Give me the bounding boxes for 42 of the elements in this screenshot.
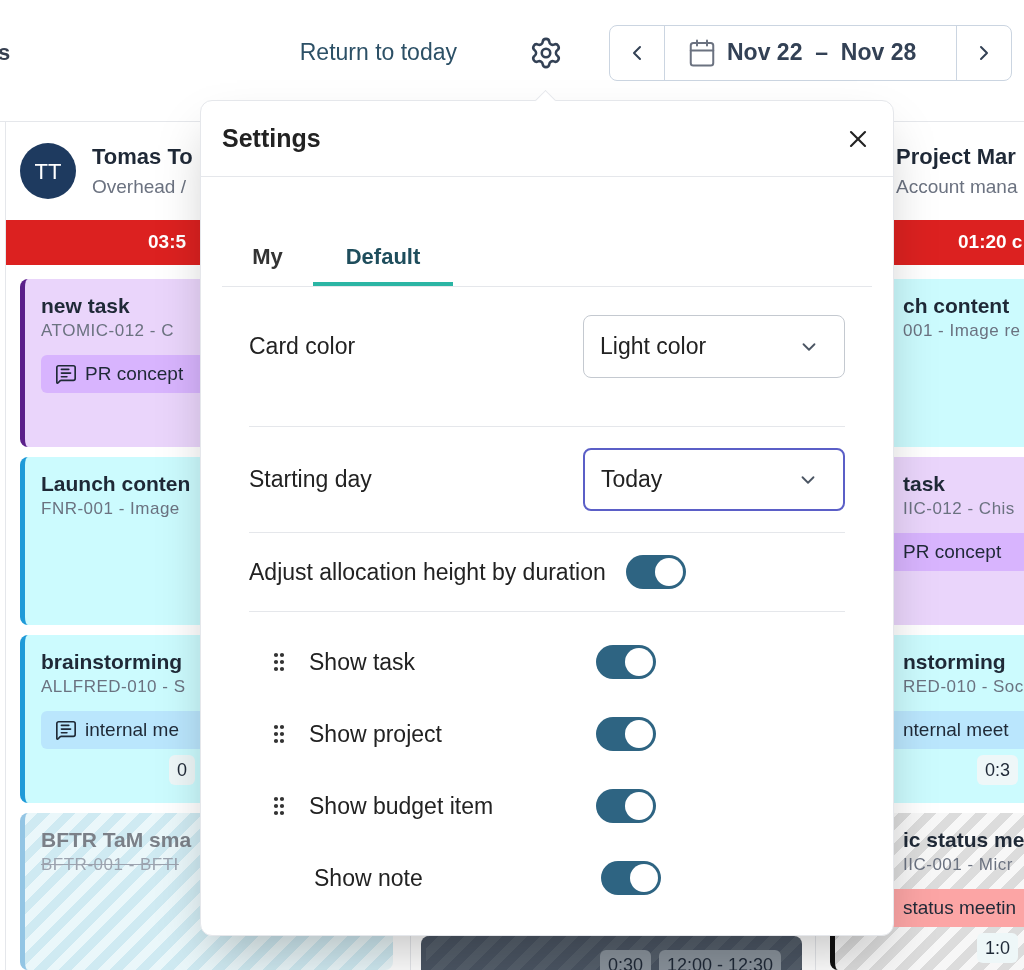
field-label: Show task bbox=[309, 647, 417, 677]
field-label: Show budget item bbox=[309, 791, 495, 821]
total-time: 03:5 bbox=[148, 230, 187, 255]
tag-label: status meetin bbox=[903, 895, 1016, 920]
user-avatar: TT bbox=[20, 143, 76, 199]
task-title: BFTR TaM sma bbox=[41, 827, 192, 853]
task-title: brainstorming bbox=[41, 649, 183, 675]
task-code: FNR-001 - Image bbox=[41, 498, 180, 520]
time-badge: 0 bbox=[169, 755, 195, 785]
setting-label: Starting day bbox=[249, 465, 372, 495]
tag-label: nternal meet bbox=[903, 717, 1009, 742]
task-code: IIC-001 - Micr bbox=[903, 854, 1013, 876]
task-code: BFTR-001 - BFTI bbox=[41, 854, 179, 876]
task-title: nstorming bbox=[903, 649, 1006, 675]
person-name: Tomas To bbox=[92, 143, 193, 172]
tag-label: PR concept bbox=[903, 539, 1002, 564]
task-code: 001 - Image re bbox=[903, 320, 1021, 342]
time-badge: 12:00 - 12:30 bbox=[659, 950, 782, 970]
person-role: Account mana bbox=[896, 175, 1018, 200]
total-time: 01:20 c bbox=[958, 230, 1023, 255]
task-code: ATOMIC-012 - C bbox=[41, 320, 174, 342]
setting-label: Adjust allocation height by duration bbox=[249, 557, 606, 587]
task-code: RED-010 - Soc bbox=[903, 676, 1024, 698]
date-range-text: Nov 22 – Nov 28 bbox=[727, 38, 917, 68]
task-title: ch content bbox=[903, 293, 1010, 319]
task-code: IIC-012 - Chis bbox=[903, 498, 1015, 520]
field-label: Show project bbox=[309, 719, 443, 749]
tag-label: PR concept bbox=[85, 361, 184, 386]
field-label: Show note bbox=[314, 863, 424, 893]
task-title: new task bbox=[41, 293, 130, 319]
person-role: Overhead / bbox=[92, 175, 187, 200]
time-badge: 1:0 bbox=[977, 933, 1019, 963]
task-title: task bbox=[903, 471, 946, 497]
tag-label: internal me bbox=[85, 717, 179, 742]
task-code: ALLFRED-010 - S bbox=[41, 676, 186, 698]
time-badge: 0:30 bbox=[600, 950, 652, 970]
setting-label: Card color bbox=[249, 332, 356, 362]
popover-title: Settings bbox=[222, 122, 321, 154]
task-title: ic status me bbox=[903, 827, 1024, 853]
person-name: Project Mar bbox=[896, 143, 1017, 172]
time-badge: 0:3 bbox=[977, 755, 1019, 785]
task-title: Launch conten bbox=[41, 471, 191, 497]
